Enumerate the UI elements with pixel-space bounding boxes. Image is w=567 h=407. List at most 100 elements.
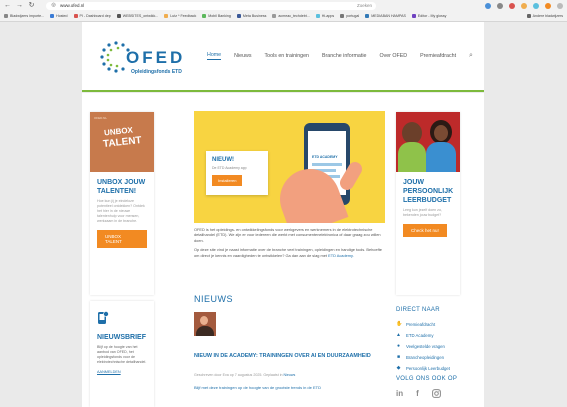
nav-branche-informatie[interactable]: Branche informatie bbox=[322, 53, 366, 59]
browser-chrome: ← → ↻ ◎ www.ofed.nl Zoeken Bladwijzers i… bbox=[0, 0, 567, 22]
bookmark-item[interactable]: Mobil Banking bbox=[202, 14, 231, 18]
app-install-card: NIEUW! De ETD Academy app Installeren bbox=[206, 151, 268, 195]
bookmark-label: Lutz * Feedback bbox=[170, 14, 197, 18]
direct-item-label: Premieafdracht bbox=[406, 322, 436, 327]
nav-tools-en-trainingen[interactable]: Tools en trainingen bbox=[265, 53, 309, 59]
news-article-title[interactable]: NIEUW IN DE ACADEMY: TRAININGEN OVER AI … bbox=[194, 353, 384, 360]
search-icon[interactable]: ⌕ bbox=[469, 52, 473, 60]
direct-item-veelgestelde-vragen[interactable]: ● Veelgestelde vragen bbox=[396, 341, 450, 352]
newsletter-text: Blijf op de hoogte van het aanbod van OF… bbox=[97, 345, 147, 364]
bookmark-favicon-icon bbox=[164, 14, 169, 18]
intro-text: OFED is het opleidings- en ontwikkelings… bbox=[194, 227, 385, 262]
bookmark-favicon-icon bbox=[365, 14, 370, 18]
url-text: www.ofed.nl bbox=[60, 3, 85, 8]
unbox-talent-image: OFED.NL UNBOX TALENT bbox=[90, 112, 154, 172]
direct-item-persoonlijk-leerbudget[interactable]: ◆ Persoonlijk Leerbudget bbox=[396, 363, 450, 374]
hand-coin-icon: ✋ bbox=[396, 321, 403, 327]
unbox-title: UNBOX JOUW TALENTEN! bbox=[97, 179, 146, 195]
phone-mail-icon bbox=[98, 311, 109, 324]
bookmark-favicon-icon bbox=[526, 14, 531, 18]
newsletter-subscribe-link[interactable]: AANMELDEN bbox=[90, 365, 154, 379]
bookmark-item[interactable]: acmeac_techdebt... bbox=[272, 14, 310, 18]
bookmark-favicon-icon bbox=[202, 14, 207, 18]
app-install-subtitle: De ETD Academy app bbox=[212, 166, 247, 170]
etd-academy-link[interactable]: ETD Academy. bbox=[328, 253, 354, 258]
extension-red-icon[interactable] bbox=[509, 2, 515, 9]
extension-orange-icon[interactable] bbox=[521, 2, 527, 9]
unbox-talent-button[interactable]: UNBOX TALENT bbox=[97, 230, 147, 248]
bookmark-item[interactable]: Lutz * Feedback bbox=[164, 14, 196, 18]
bookmark-favicon-icon bbox=[340, 14, 345, 18]
bookmark-item[interactable]: Editor - My glossy bbox=[411, 14, 447, 18]
check-budget-button[interactable]: Check het nu! bbox=[403, 224, 447, 237]
direct-item-brancheopleidingen[interactable]: ■ Brancheopleidingen bbox=[396, 352, 450, 363]
bookmark-favicon-icon bbox=[236, 14, 241, 18]
etd-academy-banner[interactable]: ETD ACADEMY NIEUW! De ETD Academy app In… bbox=[194, 111, 385, 223]
site-header: OFED Opleidingsfonds ETD Home Nieuws Too… bbox=[82, 22, 484, 93]
instagram-icon[interactable] bbox=[431, 389, 441, 398]
extension-orange2-icon[interactable] bbox=[545, 2, 551, 9]
bookmark-label: Bladwijzers importe... bbox=[10, 14, 45, 18]
unbox-talent-card: OFED.NL UNBOX TALENT UNBOX JOUW TALENTEN… bbox=[90, 112, 154, 295]
graduation-cap-icon: ▲ bbox=[396, 332, 401, 338]
address-bar[interactable]: ◎ www.ofed.nl Zoeken bbox=[46, 1, 376, 10]
logo-word: OFED bbox=[126, 48, 186, 67]
forward-icon[interactable]: → bbox=[16, 2, 23, 9]
logo-subtitle: Opleidingsfonds ETD bbox=[131, 69, 182, 75]
direct-item-etd-academy[interactable]: ▲ ETD Academy bbox=[396, 330, 450, 341]
menu-icon[interactable] bbox=[557, 2, 563, 9]
profile-icon[interactable] bbox=[497, 2, 503, 9]
follow-heading: VOLG ONS OOK OP bbox=[396, 376, 458, 382]
extension-blue-icon[interactable] bbox=[533, 2, 539, 9]
direct-item-premieafdracht[interactable]: ✋ Premieafdracht bbox=[396, 319, 450, 330]
social-links: in f bbox=[396, 389, 441, 398]
nav-over-ofed[interactable]: Over OFED bbox=[379, 53, 407, 59]
leerbudget-image bbox=[396, 112, 460, 172]
bookmark-item[interactable]: Meta Business bbox=[236, 14, 266, 18]
main-nav: Home Nieuws Tools en trainingen Branche … bbox=[207, 52, 473, 60]
bookmark-label: Editor - My glossy bbox=[417, 14, 447, 18]
facebook-icon[interactable]: f bbox=[416, 389, 419, 398]
ofed-logo[interactable]: OFED Opleidingsfonds ETD bbox=[99, 36, 182, 80]
bookmark-item[interactable]: WEBSITES_ontwikk... bbox=[116, 14, 158, 18]
bookmark-item[interactable]: Hi-apps bbox=[315, 14, 334, 18]
bookmark-label: acmeac_techdebt... bbox=[278, 14, 310, 18]
news-article-link[interactable]: Blijf met deze trainingen op de hoogte v… bbox=[194, 385, 321, 390]
newsletter-title: NIEUWSBRIEF bbox=[97, 334, 146, 341]
nav-home[interactable]: Home bbox=[207, 52, 222, 60]
shield-icon: ◎ bbox=[51, 2, 56, 8]
bookmark-item[interactable]: PI - Dashboard dep bbox=[73, 14, 111, 18]
bookmark-item[interactable]: MEDIABAN HAMPAS bbox=[365, 14, 406, 18]
linkedin-icon[interactable]: in bbox=[396, 389, 403, 398]
bookmark-favicon-icon bbox=[116, 14, 121, 18]
bookmark-label: portugal bbox=[346, 14, 360, 18]
news-heading: NIEUWS bbox=[194, 294, 233, 304]
nav-nieuws[interactable]: Nieuws bbox=[234, 53, 251, 59]
bookmark-item[interactable]: portugal bbox=[340, 14, 359, 18]
book-icon: ■ bbox=[396, 354, 401, 360]
leerbudget-title: JOUW PERSOONLIJK LEERBUDGET bbox=[403, 179, 454, 204]
bookmark-item[interactable]: Bladwijzers importe... bbox=[4, 14, 44, 18]
news-category-link[interactable]: Nieuws bbox=[284, 373, 296, 377]
handshake-icon: ◆ bbox=[396, 365, 401, 371]
install-app-button[interactable]: Installeren bbox=[212, 175, 243, 186]
nav-premieafdracht[interactable]: Premieafdracht bbox=[420, 53, 456, 59]
bookmark-label: MEDIABAN HAMPAS bbox=[371, 14, 406, 18]
download-icon[interactable] bbox=[485, 2, 491, 9]
leerbudget-text: Leeg kun jezelf doen zo, bekenden jouw b… bbox=[403, 208, 442, 217]
header-divider bbox=[82, 90, 484, 92]
bookmark-item[interactable]: Andere bladwijzers bbox=[526, 14, 563, 18]
bookmark-favicon-icon bbox=[315, 14, 320, 18]
bookmark-item[interactable]: Hosted bbox=[50, 14, 68, 18]
intro-paragraph-2: Op deze site vind je naast informatie ov… bbox=[194, 247, 385, 258]
unbox-image-line2: TALENT bbox=[102, 135, 143, 150]
browser-toolbar: ← → ↻ ◎ www.ofed.nl Zoeken bbox=[0, 0, 567, 11]
reload-icon[interactable]: ↻ bbox=[28, 2, 35, 9]
direct-item-label: ETD Academy bbox=[406, 333, 434, 338]
direct-item-label: Veelgestelde vragen bbox=[406, 344, 445, 349]
news-thumbnail[interactable] bbox=[194, 312, 216, 336]
back-icon[interactable]: ← bbox=[4, 2, 11, 9]
phone-screen-text: ETD ACADEMY bbox=[312, 155, 338, 159]
newsletter-card: NIEUWSBRIEF Blijf op de hoogte van het a… bbox=[90, 301, 154, 407]
intro-paragraph-1: OFED is het opleidings- en ontwikkelings… bbox=[194, 227, 381, 243]
